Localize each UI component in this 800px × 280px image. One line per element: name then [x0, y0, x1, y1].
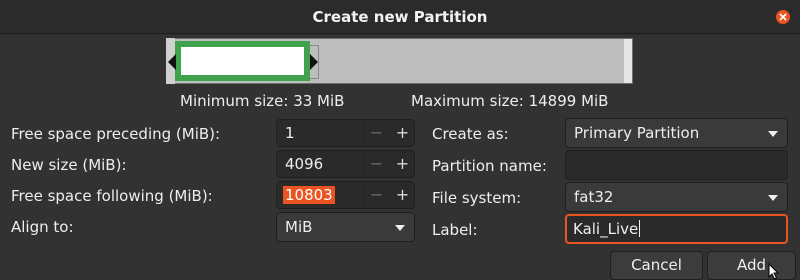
create-as-label: Create as:	[432, 125, 509, 143]
close-button[interactable]	[776, 10, 790, 24]
free-space-following-spinner[interactable]: 10803 − +	[276, 181, 415, 209]
minimum-size-label: Minimum size: 33 MiB	[180, 92, 345, 110]
create-as-value: Primary Partition	[574, 124, 700, 142]
free-space-preceding-value[interactable]: 1	[285, 124, 295, 142]
new-partition-box[interactable]	[175, 41, 310, 81]
close-icon	[779, 13, 787, 21]
cancel-button[interactable]: Cancel	[610, 251, 703, 280]
label-input-text: Kali_Live	[573, 220, 641, 238]
increment-button[interactable]: +	[389, 120, 415, 146]
label-input[interactable]: Kali_Live	[565, 214, 788, 244]
label-value: Kali_Live	[573, 220, 639, 238]
maximum-size-label: Maximum size: 14899 MiB	[411, 92, 609, 110]
decrement-button[interactable]: −	[363, 182, 389, 208]
new-size-label: New size (MiB):	[11, 156, 127, 174]
partition-track-end	[624, 39, 632, 83]
increment-button[interactable]: +	[389, 182, 415, 208]
align-to-value: MiB	[285, 218, 313, 236]
text-caret	[639, 220, 641, 237]
add-button[interactable]: Add	[707, 251, 796, 280]
increment-button[interactable]: +	[389, 151, 415, 177]
create-as-dropdown[interactable]: Primary Partition	[565, 118, 788, 148]
dropdown-arrow-icon	[768, 195, 778, 201]
label-label: Label:	[432, 221, 478, 239]
partition-name-label: Partition name:	[432, 157, 547, 175]
new-size-spinner[interactable]: 4096 − +	[276, 150, 415, 178]
free-space-following-label: Free space following (MiB):	[11, 187, 213, 205]
new-size-value[interactable]: 4096	[285, 155, 323, 173]
title-bar: Create new Partition	[0, 0, 800, 34]
mouse-pointer-icon	[768, 263, 780, 280]
decrement-button[interactable]: −	[363, 151, 389, 177]
dropdown-arrow-icon	[395, 225, 405, 231]
align-to-dropdown[interactable]: MiB	[276, 212, 415, 242]
free-space-preceding-spinner[interactable]: 1 − +	[276, 119, 415, 147]
file-system-value: fat32	[574, 188, 614, 206]
resize-handle-left-icon[interactable]	[168, 54, 176, 70]
file-system-dropdown[interactable]: fat32	[565, 182, 788, 212]
free-space-preceding-label: Free space preceding (MiB):	[11, 125, 221, 143]
file-system-label: File system:	[432, 189, 522, 207]
window-title: Create new Partition	[312, 8, 488, 26]
resize-handle-right-icon[interactable]	[310, 54, 318, 70]
partition-name-input[interactable]	[565, 150, 788, 180]
align-to-label: Align to:	[11, 218, 74, 236]
decrement-button[interactable]: −	[363, 120, 389, 146]
dropdown-arrow-icon	[768, 131, 778, 137]
free-space-following-value[interactable]: 10803	[283, 186, 335, 204]
